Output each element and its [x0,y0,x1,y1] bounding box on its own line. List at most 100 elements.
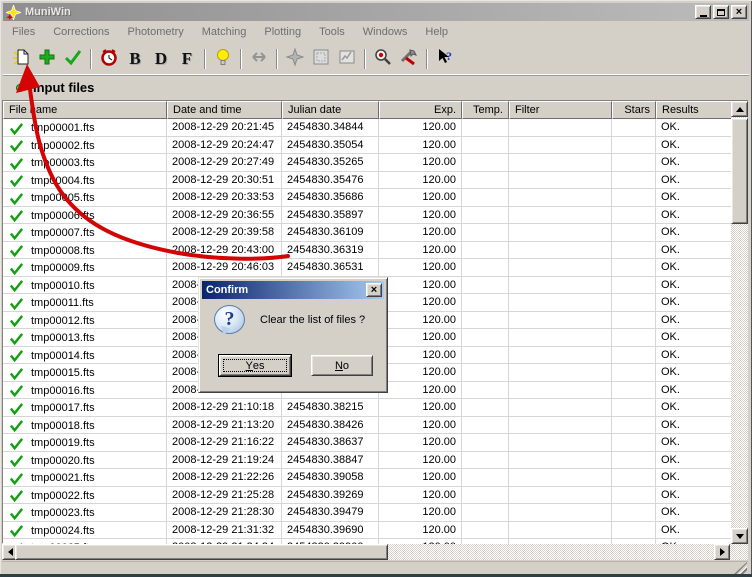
cell-temp[interactable] [462,347,509,365]
cell-temp[interactable] [462,224,509,242]
cell-exp[interactable]: 120.00 [379,329,462,347]
cell-stars[interactable] [612,189,656,207]
cell-file[interactable]: tmp00002.fts [3,137,167,155]
table-row[interactable]: tmp00004.fts2008-12-29 20:30:512454830.3… [3,172,732,190]
table-row[interactable]: tmp00019.fts2008-12-29 21:16:222454830.3… [3,434,732,452]
cell-file[interactable]: tmp00007.fts [3,224,167,242]
cell-result[interactable]: OK. [656,277,732,295]
cell-stars[interactable] [612,242,656,260]
cell-temp[interactable] [462,172,509,190]
column-header-file-name[interactable]: File name [3,101,167,119]
cell-result[interactable]: OK. [656,382,732,400]
cell-result[interactable]: OK. [656,242,732,260]
cell-file[interactable]: tmp00013.fts [3,329,167,347]
matching-button[interactable] [246,46,272,72]
cell-filter[interactable] [509,119,612,137]
time-correction-button[interactable] [96,46,122,72]
cell-file[interactable]: tmp00012.fts [3,312,167,330]
cell-exp[interactable]: 120.00 [379,469,462,487]
cell-temp[interactable] [462,154,509,172]
cell-datetime[interactable]: 2008-12-29 20:24:47 [167,137,282,155]
vertical-scroll-thumb[interactable] [731,118,748,224]
flat-correction-button[interactable]: F [174,46,200,72]
column-header-temp[interactable]: Temp. [462,101,509,119]
cell-filter[interactable] [509,277,612,295]
cell-filter[interactable] [509,417,612,435]
cell-julian[interactable]: 2454830.35686 [282,189,379,207]
scroll-right-button[interactable] [714,544,730,560]
cell-exp[interactable]: 120.00 [379,399,462,417]
cell-file[interactable]: tmp00004.fts [3,172,167,190]
cell-exp[interactable]: 120.00 [379,294,462,312]
cell-exp[interactable]: 120.00 [379,259,462,277]
menu-files[interactable]: Files [3,24,44,40]
cell-exp[interactable]: 120.00 [379,382,462,400]
cell-temp[interactable] [462,452,509,470]
cell-julian[interactable]: 2454830.39479 [282,504,379,522]
column-header-date-and-time[interactable]: Date and time [167,101,282,119]
cell-datetime[interactable]: 2008-12-29 21:31:32 [167,522,282,540]
cell-exp[interactable]: 120.00 [379,452,462,470]
cell-temp[interactable] [462,364,509,382]
table-row[interactable]: tmp00008.fts2008-12-29 20:43:002454830.3… [3,242,732,260]
cell-file[interactable]: tmp00010.fts [3,277,167,295]
cell-file[interactable]: tmp00022.fts [3,487,167,505]
light-curve-button[interactable] [334,46,360,72]
cell-stars[interactable] [612,277,656,295]
cell-temp[interactable] [462,504,509,522]
cell-stars[interactable] [612,469,656,487]
cell-exp[interactable]: 120.00 [379,154,462,172]
cell-stars[interactable] [612,154,656,172]
cell-stars[interactable] [612,382,656,400]
scroll-down-button[interactable] [731,528,748,544]
cell-filter[interactable] [509,312,612,330]
scroll-up-button[interactable] [731,101,748,117]
photometry-button[interactable] [210,46,236,72]
cell-file[interactable]: tmp00003.fts [3,154,167,172]
cell-julian[interactable]: 2454830.39269 [282,487,379,505]
cell-datetime[interactable]: 2008-12-29 20:43:00 [167,242,282,260]
cell-julian[interactable]: 2454830.38847 [282,452,379,470]
horizontal-scroll-thumb[interactable] [15,544,388,560]
cell-stars[interactable] [612,504,656,522]
cell-filter[interactable] [509,399,612,417]
cell-exp[interactable]: 120.00 [379,487,462,505]
cell-stars[interactable] [612,294,656,312]
yes-button[interactable]: Yes [219,355,291,376]
cell-julian[interactable]: 2454830.39058 [282,469,379,487]
new-project-button[interactable] [8,46,34,72]
cell-exp[interactable]: 120.00 [379,119,462,137]
cell-stars[interactable] [612,259,656,277]
table-row[interactable]: tmp00006.fts2008-12-29 20:36:552454830.3… [3,207,732,225]
cell-exp[interactable]: 120.00 [379,417,462,435]
find-variables-button[interactable] [282,46,308,72]
cell-exp[interactable]: 120.00 [379,434,462,452]
table-row[interactable]: tmp00023.fts2008-12-29 21:28:302454830.3… [3,504,732,522]
cell-stars[interactable] [612,522,656,540]
cell-temp[interactable] [462,522,509,540]
cell-datetime[interactable]: 2008-12-29 20:30:51 [167,172,282,190]
cell-filter[interactable] [509,329,612,347]
horizontal-scrollbar[interactable] [2,544,730,560]
cell-result[interactable]: OK. [656,224,732,242]
cell-datetime[interactable]: 2008-12-29 20:33:53 [167,189,282,207]
table-row[interactable]: tmp00021.fts2008-12-29 21:22:262454830.3… [3,469,732,487]
cell-result[interactable]: OK. [656,189,732,207]
cell-temp[interactable] [462,329,509,347]
cell-temp[interactable] [462,242,509,260]
cell-datetime[interactable]: 2008-12-29 21:13:20 [167,417,282,435]
cell-file[interactable]: tmp00011.fts [3,294,167,312]
cell-result[interactable]: OK. [656,347,732,365]
cell-exp[interactable]: 120.00 [379,347,462,365]
add-files-button[interactable] [34,46,60,72]
cell-result[interactable]: OK. [656,399,732,417]
cell-file[interactable]: tmp00015.fts [3,364,167,382]
cell-datetime[interactable]: 2008-12-29 20:39:58 [167,224,282,242]
cell-file[interactable]: tmp00021.fts [3,469,167,487]
table-row[interactable]: tmp00005.fts2008-12-29 20:33:532454830.3… [3,189,732,207]
cell-file[interactable]: tmp00019.fts [3,434,167,452]
cell-file[interactable]: tmp00001.fts [3,119,167,137]
dialog-close-button[interactable]: × [366,283,382,297]
menu-matching[interactable]: Matching [193,24,256,40]
column-header-results[interactable]: Results [656,101,732,119]
